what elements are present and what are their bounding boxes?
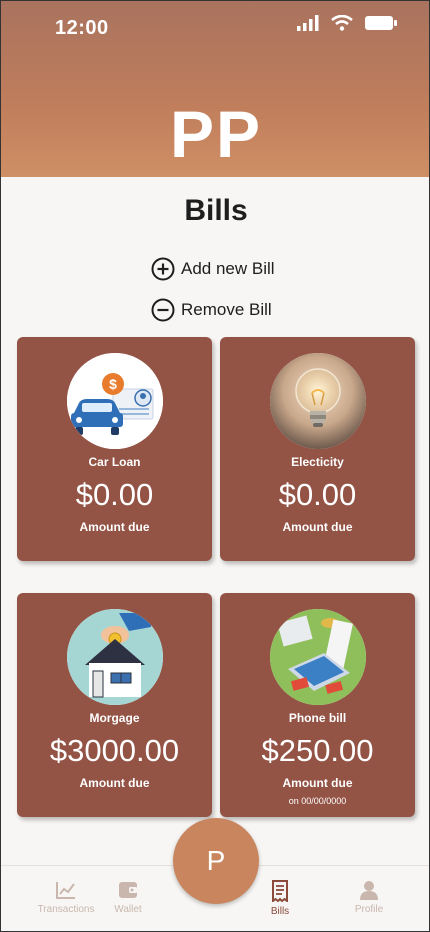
tab-wallet[interactable]: Wallet: [93, 880, 163, 915]
bill-amount-label: Amount due: [282, 520, 353, 534]
bill-due-date: on 00/00/0000: [288, 796, 347, 806]
remove-bill-button[interactable]: Remove Bill: [151, 298, 272, 322]
bill-card-electricity[interactable]: Electicity $0.00 Amount due: [220, 337, 415, 561]
minus-circle-icon: [151, 298, 175, 322]
signal-icon: [297, 15, 319, 31]
page-title: Bills: [184, 194, 248, 227]
plus-circle-icon: [151, 257, 175, 281]
bill-amount: $3000.00: [49, 733, 180, 768]
bill-name: Phone bill: [288, 711, 347, 725]
bill-name: Electicity: [291, 455, 344, 469]
bill-amount-label: Amount due: [79, 776, 150, 790]
car-loan-image: $: [67, 353, 163, 449]
bill-amount: $250.00: [261, 733, 374, 768]
wallet-icon: [119, 882, 137, 898]
phone-bill-image: [270, 609, 366, 705]
wifi-icon: [331, 15, 353, 31]
bill-amount: $0.00: [75, 477, 154, 512]
status-icons: [297, 15, 397, 31]
header: 12:00 PP: [1, 1, 429, 177]
add-bill-button[interactable]: Add new Bill: [151, 257, 275, 281]
tab-profile-label: Profile: [354, 904, 384, 915]
app-logo: PP: [169, 97, 263, 171]
phone-screen: 12:00 PP Bills Add new Bill Remove Bill …: [0, 0, 430, 932]
bill-name: Car Loan: [88, 455, 141, 469]
bill-card-phone[interactable]: Phone bill $250.00 Amount due on 00/00/0…: [220, 593, 415, 817]
tab-bills-label: Bills: [270, 906, 290, 917]
chart-icon: [56, 882, 75, 899]
house-image: [67, 609, 163, 705]
bill-amount-label: Amount due: [282, 776, 353, 790]
remove-bill-label: Remove Bill: [181, 300, 272, 319]
receipt-icon: [272, 880, 288, 902]
svg-text:$: $: [109, 376, 117, 392]
bill-name: Morgage: [89, 711, 140, 725]
bill-amount-label: Amount due: [79, 520, 150, 534]
light-bulb-image: [270, 353, 366, 449]
tab-transactions-label: Transactions: [37, 904, 95, 915]
status-time: 12:00: [55, 17, 109, 39]
tab-profile[interactable]: Profile: [334, 880, 404, 915]
bill-card-mortgage[interactable]: Morgage $3000.00 Amount due: [17, 593, 212, 817]
battery-icon: [365, 16, 397, 30]
tab-transactions[interactable]: Transactions: [31, 880, 101, 915]
bill-amount: $0.00: [278, 477, 357, 512]
bill-card-car-loan[interactable]: $ Car Loan $0.00 Amount due: [17, 337, 212, 561]
tab-bills[interactable]: Bills: [245, 880, 315, 917]
profile-avatar-button[interactable]: P: [173, 818, 259, 904]
add-bill-label: Add new Bill: [181, 259, 275, 278]
person-icon: [360, 881, 378, 900]
tab-wallet-label: Wallet: [114, 904, 142, 915]
